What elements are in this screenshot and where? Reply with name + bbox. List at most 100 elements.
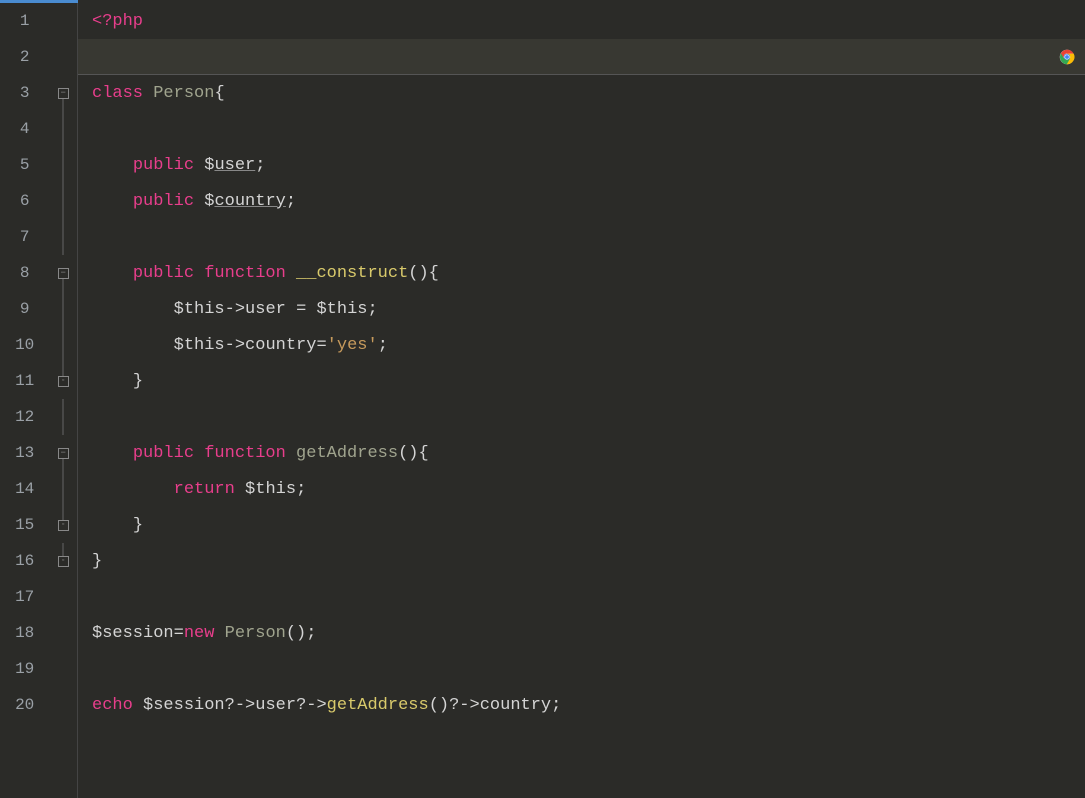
- code-token: [92, 480, 174, 499]
- gutter-row: 12: [0, 399, 77, 435]
- gutter-row: 15 ▫: [0, 507, 77, 543]
- gutter-row: 4: [0, 111, 77, 147]
- gutter-row: 13−: [0, 435, 77, 471]
- code-token: ;: [296, 480, 306, 499]
- code-line[interactable]: echo $session?->user?->getAddress()?->co…: [78, 687, 1085, 723]
- fold-close-icon[interactable]: ▫: [58, 376, 69, 387]
- chrome-icon[interactable]: [1059, 49, 1075, 65]
- code-token: public: [133, 156, 204, 175]
- code-token: public function: [133, 264, 296, 283]
- code-token: country: [245, 336, 316, 355]
- code-token: ?->: [449, 696, 480, 715]
- fold-column: [49, 291, 77, 327]
- code-token: Person: [225, 624, 286, 643]
- code-line[interactable]: }: [78, 363, 1085, 399]
- code-token: public: [133, 192, 204, 211]
- gutter-row: 14: [0, 471, 77, 507]
- line-number: 7: [0, 228, 49, 246]
- code-token: [92, 264, 133, 283]
- code-token: ?->: [296, 696, 327, 715]
- code-line[interactable]: $this->country='yes';: [78, 327, 1085, 363]
- code-token: 'yes': [327, 336, 378, 355]
- code-token: class: [92, 84, 153, 103]
- code-token: (): [429, 696, 449, 715]
- code-token: __construct: [296, 264, 408, 283]
- code-token: {: [214, 84, 224, 103]
- code-token: country: [214, 192, 285, 211]
- line-number: 4: [0, 120, 49, 138]
- code-line[interactable]: [78, 111, 1085, 147]
- code-line[interactable]: [78, 651, 1085, 687]
- fold-column: [49, 471, 77, 507]
- code-token: }: [133, 372, 143, 391]
- fold-column: −: [49, 255, 77, 291]
- fold-column: ▫: [49, 363, 77, 399]
- fold-open-icon[interactable]: −: [58, 88, 69, 99]
- fold-close-icon[interactable]: ▫: [58, 520, 69, 531]
- code-token: ->: [225, 300, 245, 319]
- code-token: ;: [551, 696, 561, 715]
- code-line[interactable]: }: [78, 543, 1085, 579]
- gutter-row: 17: [0, 579, 77, 615]
- code-line[interactable]: [78, 579, 1085, 615]
- line-number: 11: [0, 372, 49, 390]
- code-token: php: [112, 12, 143, 31]
- gutter-row: 10: [0, 327, 77, 363]
- code-token: ;: [255, 156, 265, 175]
- fold-open-icon[interactable]: −: [58, 268, 69, 279]
- fold-column: [49, 147, 77, 183]
- fold-column: [49, 579, 77, 615]
- code-line[interactable]: return $this;: [78, 471, 1085, 507]
- line-number: 5: [0, 156, 49, 174]
- code-token: $this: [316, 300, 367, 319]
- code-line[interactable]: public $country;: [78, 183, 1085, 219]
- fold-column: [49, 39, 77, 75]
- fold-column: [49, 3, 77, 39]
- code-line[interactable]: [78, 399, 1085, 435]
- code-line[interactable]: $session=new Person();: [78, 615, 1085, 651]
- gutter-row: 20: [0, 687, 77, 723]
- code-token: public function: [133, 444, 296, 463]
- code-line[interactable]: <?php: [78, 3, 1085, 39]
- gutter-row: 1: [0, 3, 77, 39]
- fold-close-icon[interactable]: ▫: [58, 556, 69, 567]
- gutter-row: 18: [0, 615, 77, 651]
- line-number: 17: [0, 588, 49, 606]
- code-line[interactable]: class Person{: [78, 75, 1085, 111]
- gutter-row: 6: [0, 183, 77, 219]
- code-token: ;: [286, 192, 296, 211]
- code-editor: 123−45678−91011▫1213−1415▫16▫17181920 <?…: [0, 0, 1085, 798]
- code-line[interactable]: public $user;: [78, 147, 1085, 183]
- code-token: (){: [398, 444, 429, 463]
- code-line[interactable]: $this->user = $this;: [78, 291, 1085, 327]
- gutter-row: 5: [0, 147, 77, 183]
- line-number: 12: [0, 408, 49, 426]
- code-token: [92, 372, 133, 391]
- line-number: 14: [0, 480, 49, 498]
- code-area[interactable]: <?phpclass Person{ public $user; public …: [78, 3, 1085, 798]
- code-token: user: [214, 156, 255, 175]
- code-token: ();: [286, 624, 317, 643]
- line-number: 15: [0, 516, 49, 534]
- code-line[interactable]: [78, 39, 1085, 75]
- code-line[interactable]: public function __construct(){: [78, 255, 1085, 291]
- code-token: $this: [174, 300, 225, 319]
- code-line[interactable]: }: [78, 507, 1085, 543]
- line-number: 9: [0, 300, 49, 318]
- code-token: country: [480, 696, 551, 715]
- code-token: ;: [378, 336, 388, 355]
- gutter-row: 8−: [0, 255, 77, 291]
- code-token: }: [92, 552, 102, 571]
- code-token: user: [255, 696, 296, 715]
- fold-column: [49, 327, 77, 363]
- code-line[interactable]: [78, 219, 1085, 255]
- code-token: [92, 156, 133, 175]
- code-token: Person: [153, 84, 214, 103]
- fold-column: ▫: [49, 507, 77, 543]
- line-number: 16: [0, 552, 49, 570]
- gutter-row: 16 ▫: [0, 543, 77, 579]
- line-number: 1: [0, 12, 49, 30]
- code-token: $this: [174, 336, 225, 355]
- fold-open-icon[interactable]: −: [58, 448, 69, 459]
- code-line[interactable]: public function getAddress(){: [78, 435, 1085, 471]
